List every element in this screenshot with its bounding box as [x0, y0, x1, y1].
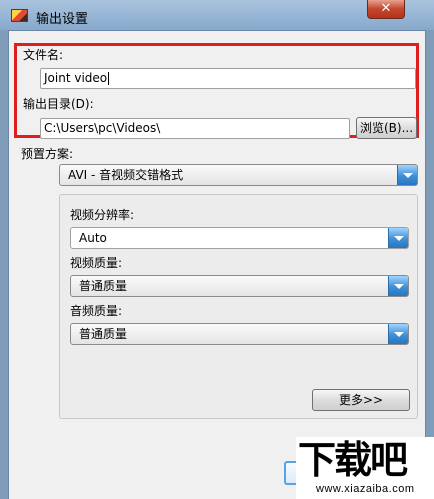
window-title: 输出设置: [36, 11, 89, 26]
settings-panel: 视频分辨率: Auto 视频质量: 普通质量 音频质量: 普通质量 更多>>: [59, 194, 418, 419]
title-bar[interactable]: 输出设置 ✕: [0, 0, 434, 30]
dialog-window: 输出设置 ✕ 文件名: Joint video 输出目录(D): C:\User…: [0, 0, 434, 499]
resolution-select[interactable]: Auto: [70, 227, 409, 249]
audio-quality-label: 音频质量:: [70, 304, 123, 318]
file-name-input[interactable]: Joint video: [40, 68, 416, 89]
browse-button[interactable]: 浏览(B)...: [356, 117, 417, 139]
video-quality-value: 普通质量: [79, 279, 128, 293]
preset-select[interactable]: AVI - 音视频交错格式: [59, 164, 418, 186]
watermark-url: www.xiazaiba.com: [316, 483, 415, 495]
text-caret: [108, 72, 110, 85]
audio-quality-select[interactable]: 普通质量: [70, 323, 409, 345]
close-button[interactable]: ✕: [367, 0, 405, 19]
chevron-down-icon[interactable]: [388, 228, 408, 248]
video-quality-select[interactable]: 普通质量: [70, 275, 409, 297]
output-dir-label: 输出目录(D):: [23, 97, 94, 111]
audio-quality-value: 普通质量: [79, 327, 128, 341]
resolution-value: Auto: [79, 231, 107, 245]
resolution-label: 视频分辨率:: [70, 208, 135, 222]
watermark-logo: 下载吧 www.xiazaiba.com: [296, 437, 434, 499]
more-button[interactable]: 更多>>: [312, 389, 410, 411]
preset-value: AVI - 音视频交错格式: [68, 168, 184, 182]
chevron-down-icon[interactable]: [388, 276, 408, 296]
output-dir-input[interactable]: C:\Users\pc\Videos\: [40, 118, 350, 139]
file-name-label: 文件名:: [23, 48, 64, 62]
watermark-chars: 下载吧: [298, 438, 408, 482]
file-name-value: Joint video: [44, 71, 108, 85]
chevron-down-icon[interactable]: [397, 165, 417, 185]
app-icon: [11, 9, 28, 22]
video-quality-label: 视频质量:: [70, 256, 123, 270]
preset-label: 预置方案:: [21, 147, 74, 161]
chevron-down-icon[interactable]: [388, 324, 408, 344]
dialog-body: 文件名: Joint video 输出目录(D): C:\Users\pc\Vi…: [8, 30, 426, 499]
